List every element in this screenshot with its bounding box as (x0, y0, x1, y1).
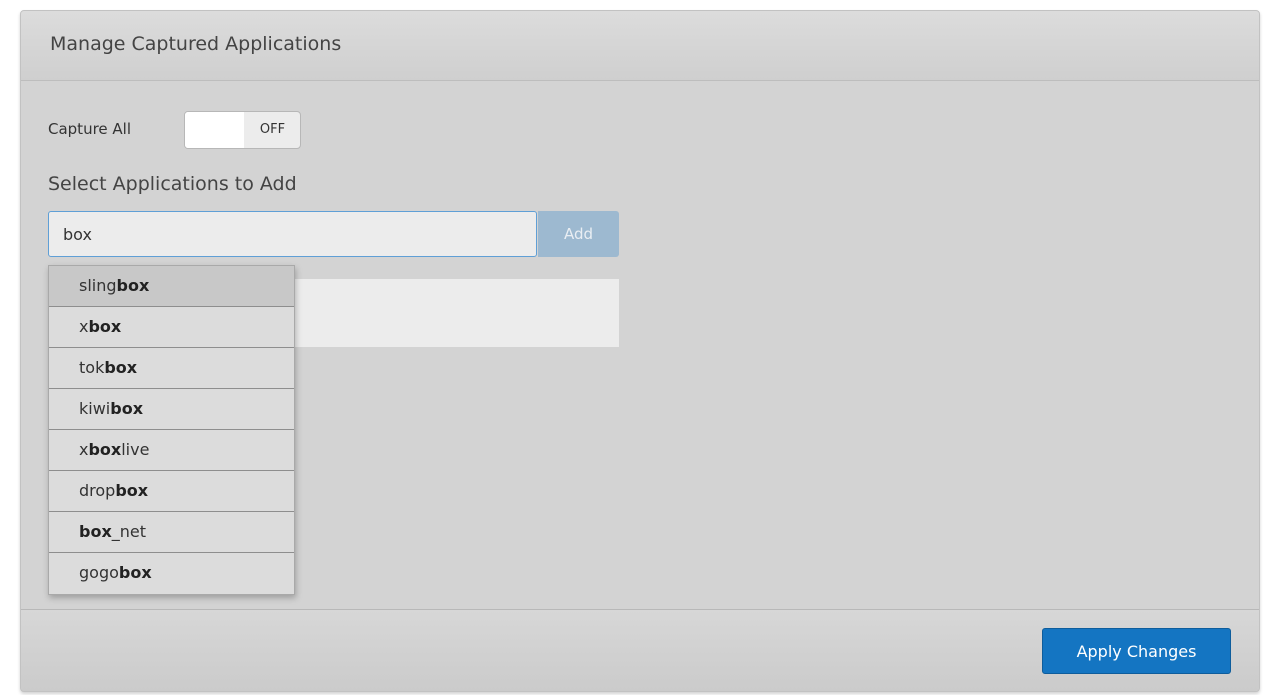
app-search-input[interactable] (48, 211, 537, 257)
add-button[interactable]: Add (538, 211, 619, 257)
panel-title: Manage Captured Applications (50, 33, 342, 55)
select-apps-label: Select Applications to Add (48, 173, 297, 195)
suggestion-item[interactable]: kiwibox (49, 389, 294, 430)
toggle-knob (185, 112, 244, 148)
suggestion-item[interactable]: xboxlive (49, 430, 294, 471)
apply-changes-button[interactable]: Apply Changes (1042, 628, 1231, 674)
suggestion-item[interactable]: gogobox (49, 553, 294, 594)
capture-all-toggle[interactable]: OFF (184, 111, 301, 149)
autocomplete-dropdown: slingbox xbox tokbox kiwibox xboxlive dr… (48, 265, 295, 595)
suggestion-item[interactable]: tokbox (49, 348, 294, 389)
suggestion-item[interactable]: xbox (49, 307, 294, 348)
capture-all-label: Capture All (48, 120, 132, 138)
manage-apps-panel: Manage Captured Applications Capture All… (20, 10, 1260, 692)
panel-header: Manage Captured Applications (21, 11, 1259, 81)
suggestion-item[interactable]: slingbox (49, 266, 294, 307)
suggestion-item[interactable]: dropbox (49, 471, 294, 512)
toggle-state-label: OFF (259, 122, 286, 137)
suggestion-item[interactable]: box_net (49, 512, 294, 553)
panel-footer: Apply Changes (21, 609, 1259, 691)
